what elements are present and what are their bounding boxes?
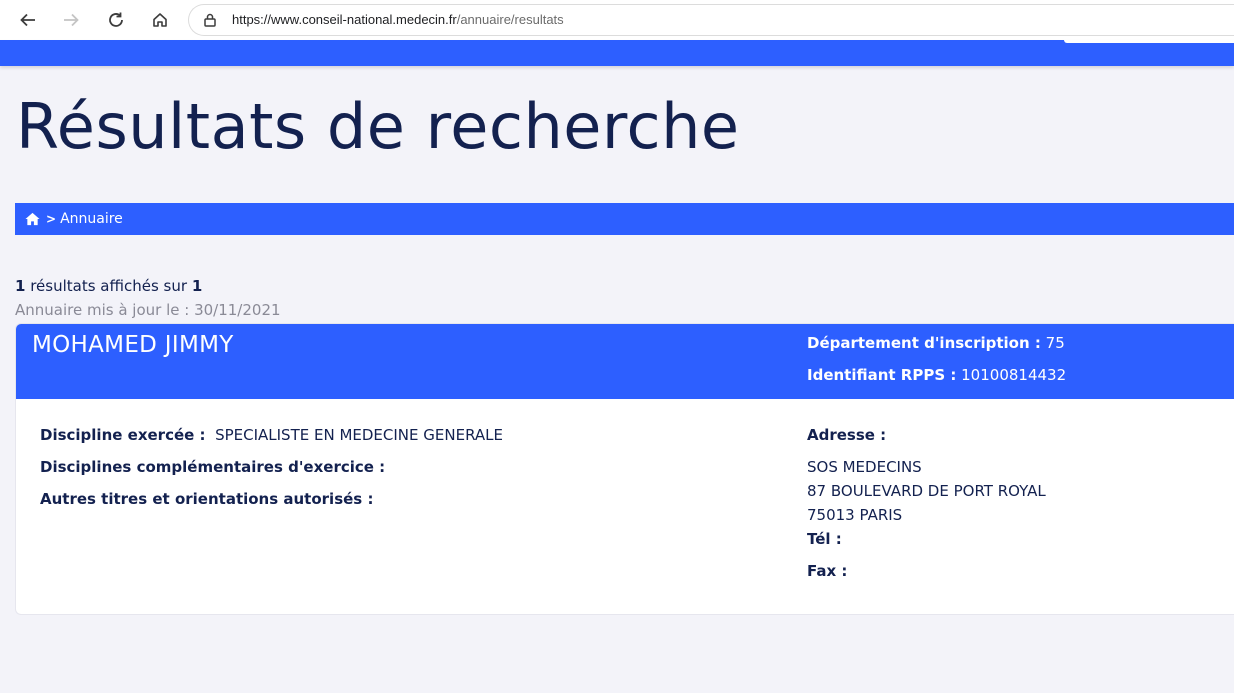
fax-label: Fax : [807,562,848,580]
home-icon[interactable] [25,212,40,226]
doctor-card-header: MOHAMED JIMMY Département d'inscription … [16,324,1234,399]
result-count: 1 résultats affichés sur 1 [15,277,202,295]
update-date: 30/11/2021 [194,301,281,319]
complementaires-field: Disciplines complémentaires d'exercice : [40,458,385,476]
update-label: Annuaire mis à jour le : [15,301,195,319]
url-text: https://www.conseil-national.medecin.fr/… [232,12,564,27]
adresse-field: Adresse : [807,426,886,444]
departement-value: 75 [1045,334,1065,352]
results-shown: 1 [15,277,26,295]
reload-icon[interactable] [102,6,130,34]
doctor-card: MOHAMED JIMMY Département d'inscription … [15,323,1234,615]
complementaires-label: Disciplines complémentaires d'exercice : [40,458,386,476]
doctor-name: MOHAMED JIMMY [32,332,234,358]
adresse-label: Adresse : [807,426,887,444]
home-icon[interactable] [146,6,174,34]
discipline-field: Discipline exercée : SPECIALISTE EN MEDE… [40,426,503,444]
site-header [0,40,1234,66]
back-icon[interactable] [14,6,42,34]
autres-titres-field: Autres titres et orientations autorisés … [40,490,373,508]
tel-field: Tél : [807,530,842,548]
tel-label: Tél : [807,530,842,548]
browser-toolbar: https://www.conseil-national.medecin.fr/… [0,0,1234,41]
departement-label: Département d'inscription : [807,334,1041,352]
forward-icon[interactable] [57,6,85,34]
discipline-value: SPECIALISTE EN MEDECINE GENERALE [215,426,503,444]
rpps-field: Identifiant RPPS : 10100814432 [807,366,1066,384]
address-line: 87 BOULEVARD DE PORT ROYAL [807,482,1046,500]
header-search-edge [1064,40,1234,43]
url-path: /annuaire/resultats [456,12,564,27]
breadcrumb-separator: > [46,212,57,226]
address-line: SOS MEDECINS [807,458,922,476]
update-date-line: Annuaire mis à jour le : 30/11/2021 [15,301,281,319]
page-title: Résultats de recherche [16,90,740,163]
address-bar[interactable]: https://www.conseil-national.medecin.fr/… [188,4,1234,36]
breadcrumb: > Annuaire [15,203,1234,235]
address-line: 75013 PARIS [807,506,903,524]
url-host: https://www.conseil-national.medecin.fr [232,12,457,27]
discipline-label: Discipline exercée : [40,426,206,444]
lock-icon[interactable] [203,13,217,27]
rpps-label: Identifiant RPPS : [807,366,957,384]
departement-field: Département d'inscription : 75 [807,334,1065,352]
rpps-value: 10100814432 [961,366,1067,384]
fax-field: Fax : [807,562,847,580]
results-total: 1 [191,277,203,295]
autres-titres-label: Autres titres et orientations autorisés … [40,490,374,508]
breadcrumb-item-annuaire[interactable]: Annuaire [60,211,123,227]
results-shown-text: résultats affichés sur [25,277,192,295]
